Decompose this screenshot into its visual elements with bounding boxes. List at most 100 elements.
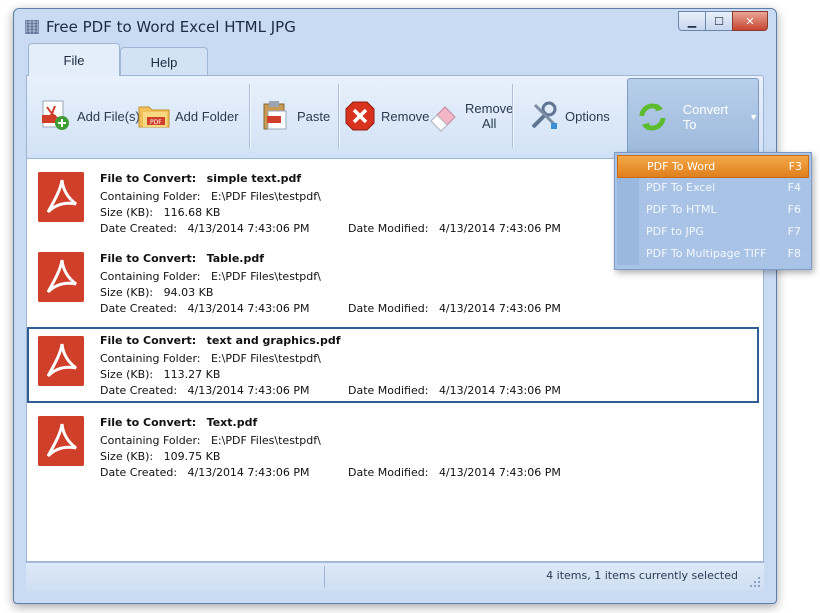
ribbon-toolbar: Add File(s) PDF Add Folder Paste Remove … <box>26 75 764 159</box>
tab-help[interactable]: Help <box>120 47 208 76</box>
folder-line: Containing Folder: E:\PDF Files\testpdf\ <box>100 190 321 203</box>
menu-item-shortcut: F8 <box>787 247 801 260</box>
date-created: 4/13/2014 7:43:06 PM <box>187 384 310 397</box>
menu-item-label: PDF To HTML <box>646 203 717 216</box>
folder-path: E:\PDF Files\testpdf\ <box>210 190 321 203</box>
folder-path: E:\PDF Files\testpdf\ <box>210 434 321 447</box>
size-label: Size (KB): <box>100 206 154 219</box>
date-created: 4/13/2014 7:43:06 PM <box>187 302 310 315</box>
size-line: Size (KB): 94.03 KB <box>100 286 213 299</box>
options-button[interactable]: Options <box>527 80 610 152</box>
date-created-line: Date Created: 4/13/2014 7:43:06 PM <box>100 466 309 479</box>
menu-item-pdf-to-excel[interactable]: PDF To Excel F4 <box>617 177 807 198</box>
convert-to-button[interactable]: Convert To ▼ <box>627 78 759 156</box>
date-created: 4/13/2014 7:43:06 PM <box>187 222 310 235</box>
menu-item-label: PDF To Excel <box>646 181 716 194</box>
folder-line: Containing Folder: E:\PDF Files\testpdf\ <box>100 270 321 283</box>
date-created-label: Date Created: <box>100 466 178 479</box>
date-created-label: Date Created: <box>100 384 178 397</box>
date-modified: 4/13/2014 7:43:06 PM <box>438 222 561 235</box>
size-line: Size (KB): 113.27 KB <box>100 368 220 381</box>
status-text: 4 items, 1 items currently selected <box>546 569 738 582</box>
status-bar: 4 items, 1 items currently selected <box>26 562 764 591</box>
menu-item-label: PDF To Word <box>647 160 716 173</box>
minimize-button[interactable]: ▁ <box>678 11 706 31</box>
date-modified-label: Date Modified: <box>348 384 429 397</box>
menu-item-label: PDF To Multipage TIFF <box>646 247 767 260</box>
file-to-convert-label: File to Convert: <box>100 334 197 347</box>
file-size: 109.75 KB <box>163 450 221 463</box>
file-name: Table.pdf <box>206 252 264 265</box>
pdf-file-icon <box>38 416 84 466</box>
status-separator <box>324 566 325 588</box>
file-name: simple text.pdf <box>206 172 302 185</box>
app-logo-icon <box>25 20 39 34</box>
menu-item-shortcut: F7 <box>787 225 801 238</box>
paste-clipboard-icon <box>263 101 287 130</box>
add-folder-label: Add Folder <box>175 108 239 124</box>
add-files-label: Add File(s) <box>77 108 140 124</box>
toolbar-separator <box>338 84 339 148</box>
menu-item-pdf-to-html[interactable]: PDF To HTML F6 <box>617 199 807 220</box>
menu-item-pdf-to-word[interactable]: PDF To Word F3 <box>617 155 809 178</box>
file-name-line: File to Convert: Text.pdf <box>100 416 257 429</box>
remove-all-line2: All <box>481 116 497 131</box>
close-button[interactable]: ✕ <box>732 11 768 31</box>
file-size: 113.27 KB <box>163 368 221 381</box>
date-created: 4/13/2014 7:43:06 PM <box>187 466 310 479</box>
remove-button[interactable]: Remove <box>343 80 429 152</box>
date-created-line: Date Created: 4/13/2014 7:43:06 PM <box>100 384 309 397</box>
svg-text:PDF: PDF <box>150 119 162 126</box>
app-window: Free PDF to Word Excel HTML JPG ▁ ☐ ✕ Fi… <box>13 8 777 604</box>
paste-label: Paste <box>297 108 331 124</box>
menu-item-shortcut: F3 <box>788 160 802 173</box>
file-name-line: File to Convert: Table.pdf <box>100 252 264 265</box>
containing-folder-label: Containing Folder: <box>100 270 201 283</box>
pdf-file-icon <box>38 252 84 302</box>
tools-wrench-icon <box>531 101 557 129</box>
date-modified-line: Date Modified: 4/13/2014 7:43:06 PM <box>348 222 561 235</box>
chevron-down-icon: ▼ <box>749 112 758 122</box>
pdf-file-icon <box>38 336 84 386</box>
file-size: 94.03 KB <box>163 286 214 299</box>
add-files-button[interactable]: Add File(s) <box>39 80 140 152</box>
convert-refresh-icon <box>639 103 666 131</box>
eraser-icon <box>430 106 456 132</box>
convert-to-label: Convert To <box>682 102 729 132</box>
add-folder-icon: PDF <box>138 106 170 128</box>
date-created-label: Date Created: <box>100 222 178 235</box>
size-line: Size (KB): 109.75 KB <box>100 450 220 463</box>
date-modified: 4/13/2014 7:43:06 PM <box>438 466 561 479</box>
list-item-selected[interactable]: File to Convert: text and graphics.pdf C… <box>27 327 759 403</box>
file-name: text and graphics.pdf <box>206 334 341 347</box>
containing-folder-label: Containing Folder: <box>100 434 201 447</box>
list-item[interactable]: File to Convert: Text.pdf Containing Fol… <box>28 407 758 481</box>
window-title: Free PDF to Word Excel HTML JPG <box>46 18 296 36</box>
containing-folder-label: Containing Folder: <box>100 352 201 365</box>
folder-line: Containing Folder: E:\PDF Files\testpdf\ <box>100 352 321 365</box>
remove-all-label: Remove All <box>465 101 513 131</box>
add-folder-button[interactable]: PDF Add Folder <box>137 80 239 152</box>
menu-item-pdf-to-jpg[interactable]: PDF to JPG F7 <box>617 221 807 242</box>
file-size: 116.68 KB <box>163 206 221 219</box>
remove-all-button[interactable]: Remove All <box>427 80 513 152</box>
convert-to-menu: PDF To Word F3 PDF To Excel F4 PDF To HT… <box>614 152 812 270</box>
file-to-convert-label: File to Convert: <box>100 172 197 185</box>
resize-grip-icon[interactable] <box>749 576 761 588</box>
maximize-button[interactable]: ☐ <box>705 11 733 31</box>
folder-path: E:\PDF Files\testpdf\ <box>210 352 321 365</box>
date-created-line: Date Created: 4/13/2014 7:43:06 PM <box>100 302 309 315</box>
paste-button[interactable]: Paste <box>259 80 330 152</box>
tab-file[interactable]: File <box>28 43 120 76</box>
size-label: Size (KB): <box>100 286 154 299</box>
menu-item-label: PDF to JPG <box>646 225 704 238</box>
options-label: Options <box>565 108 610 124</box>
title-bar[interactable]: Free PDF to Word Excel HTML JPG ▁ ☐ ✕ <box>14 9 776 47</box>
date-modified: 4/13/2014 7:43:06 PM <box>438 302 561 315</box>
add-pdf-file-icon <box>42 100 69 130</box>
remove-label: Remove <box>381 108 430 124</box>
menu-item-pdf-to-tiff[interactable]: PDF To Multipage TIFF F8 <box>617 243 807 264</box>
remove-x-icon <box>345 101 375 131</box>
remove-all-line1: Remove <box>465 101 514 116</box>
date-modified-label: Date Modified: <box>348 466 429 479</box>
